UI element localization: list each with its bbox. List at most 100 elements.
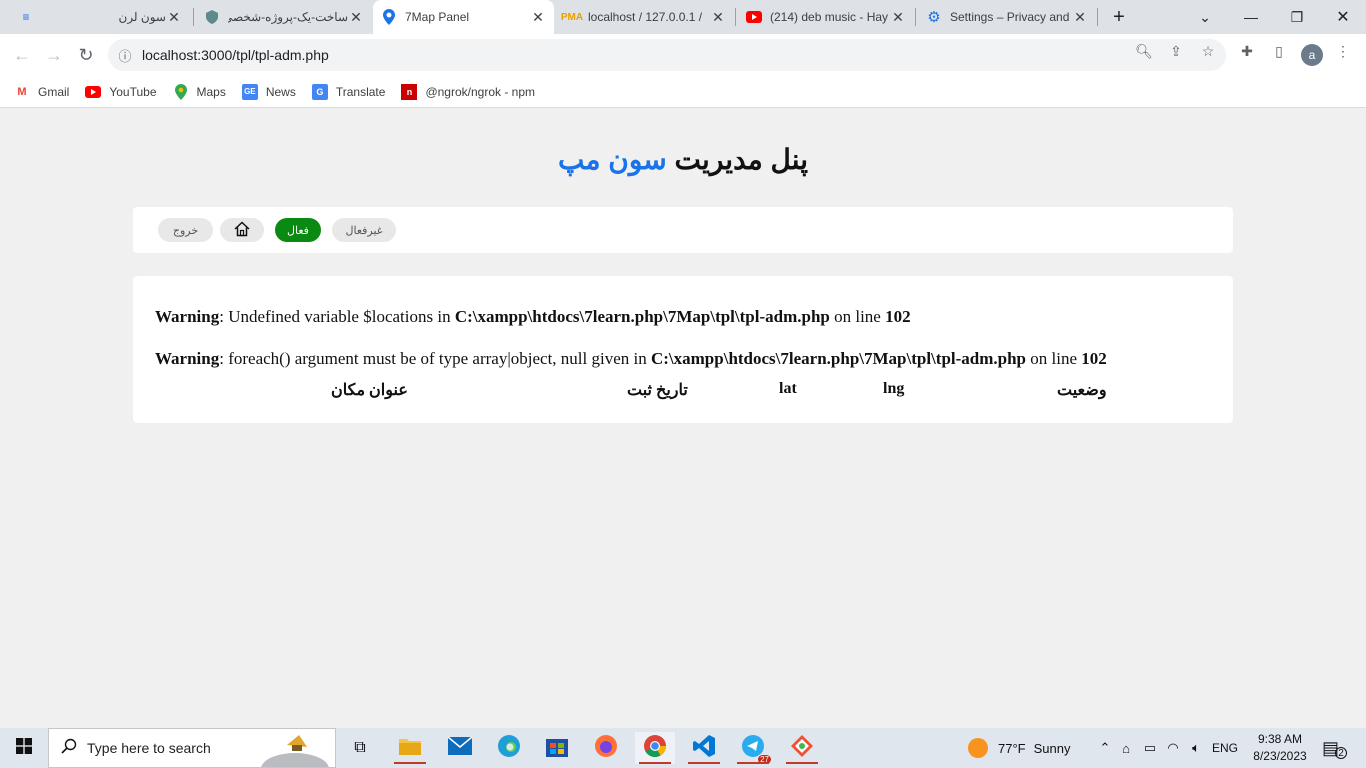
bookmark-gmail[interactable]: M Gmail [14,84,69,100]
warning-message: : foreach() argument must be of type arr… [219,349,651,368]
vscode-button[interactable] [684,732,724,764]
bookmark-star-icon[interactable]: ☆ [1199,42,1217,60]
tab-youtube[interactable]: (214) deb music - Hay ✕ [738,0,914,34]
bookmark-npm[interactable]: n @ngrok/ngrok - npm [401,83,535,100]
tab-title: ساخت-یک-پروژه-شخصی [228,10,348,24]
table-header-lng: lng [883,380,905,397]
clock[interactable]: 9:38 AM 8/23/2023 [1250,731,1310,765]
close-icon[interactable]: ✕ [1072,9,1088,26]
chrome-button[interactable] [635,732,675,764]
bookmark-maps[interactable]: Maps [173,83,226,100]
table-header-date: تاریخ ثبت [627,382,688,399]
profile-avatar[interactable]: a [1301,44,1323,66]
bookmark-translate[interactable]: G Translate [311,83,385,100]
table-header-status: وضعیت [1057,382,1107,399]
weather-text: Sunny [1033,740,1071,756]
tab-project[interactable]: ساخت-یک-پروژه-شخصی ✕ [196,0,372,34]
store-button[interactable] [537,732,577,764]
meet-now-icon[interactable]: ⌂ [1114,741,1138,756]
page-title-accent: سون مپ [558,144,667,175]
site-info-icon[interactable]: ⓘ [108,46,142,65]
back-button[interactable]: ← [8,41,36,69]
git-app-button[interactable] [782,732,822,764]
weather-widget[interactable]: 77°F Sunny [968,728,1070,768]
start-button[interactable] [4,732,44,764]
warning-label: Warning [155,307,220,326]
php-warning-1: Warning: Undefined variable $locations i… [155,307,911,327]
restore-button[interactable]: ❐ [1274,0,1320,34]
tab-sevenlearn[interactable]: سون لرن ✕ [104,0,190,34]
tab-search-button[interactable]: ⌄ [1182,0,1228,34]
mail-icon [447,735,473,760]
store-icon [546,735,568,762]
url-text[interactable]: localhost:3000/tpl/tpl-adm.php [142,47,329,63]
minimize-button[interactable]: ― [1228,0,1274,34]
new-tab-button[interactable]: + [1096,0,1142,34]
file-explorer-button[interactable] [390,732,430,764]
bookmark-label: @ngrok/ngrok - npm [425,84,535,99]
wifi-icon[interactable]: ◠ [1162,740,1184,756]
warning-file: C:\xampp\htdocs\7learn.php\7Map\tpl\tpl-… [454,307,830,326]
close-icon[interactable]: ✕ [348,9,364,26]
close-icon[interactable]: ✕ [166,9,182,26]
table-header-title: عنوان مکان [331,382,408,399]
bookmark-youtube[interactable]: YouTube [85,84,157,100]
close-icon[interactable]: ✕ [890,9,906,26]
phpmyadmin-icon: PMA [560,11,584,23]
close-window-button[interactable]: ✕ [1320,0,1366,34]
side-panel-icon[interactable]: ▯ [1270,42,1288,60]
language-indicator[interactable]: ENG [1212,741,1238,755]
bookmarks-bar: M Gmail YouTube Maps GE News G Translate… [0,76,1366,108]
address-bar[interactable]: ⓘ localhost:3000/tpl/tpl-adm.php [108,39,1226,71]
bookmark-label: YouTube [109,84,157,99]
taskbar-search[interactable]: Type here to search [48,728,336,768]
close-icon[interactable]: ✕ [530,9,546,26]
active-filter-button[interactable]: فعال [275,218,321,242]
windows-taskbar: Type here to search ⧉ 27 77°F Sunny ⌃ ⌂ … [0,728,1366,768]
page-title: پنل مدیریت سون مپ [0,143,1366,176]
notification-center-button[interactable]: ▤ 2 [1322,728,1348,768]
zoom-icon[interactable]: 🔍︎ [1135,42,1153,60]
running-indicator [639,762,671,764]
mail-button[interactable] [440,732,480,764]
page-viewport: پنل مدیریت سون مپ غیرفعال فعال خروج Warn… [0,109,1366,728]
search-highlight-icon [259,731,331,768]
windows-logo-icon [16,737,32,759]
git-app-icon [791,734,813,762]
inactive-filter-button[interactable]: غیرفعال [332,218,396,242]
chevron-up-icon[interactable]: ⌃ [1096,740,1114,756]
edge-button[interactable] [489,732,529,764]
volume-icon[interactable]: 🔈︎ [1184,740,1208,756]
close-icon[interactable]: ✕ [710,9,726,26]
battery-icon[interactable]: ▭ [1138,740,1162,756]
tab-title: localhost / 127.0.0.1 / [588,10,703,24]
extensions-icon[interactable]: ✚ [1238,42,1256,60]
browser-toolbar: ← → ↻ ⓘ localhost:3000/tpl/tpl-adm.php 🔍… [0,34,1366,76]
active-filter-label: فعال [287,224,309,237]
share-icon[interactable]: ⇪ [1167,42,1185,60]
warning-line: 102 [885,307,911,326]
tab-divider [915,8,916,26]
task-view-button[interactable]: ⧉ [340,732,380,764]
tab-7map-panel[interactable]: 7Map Panel ✕ [373,0,554,34]
weather-temp: 77°F [998,740,1026,756]
maps-icon [173,83,189,100]
warning-on-line: on line [1026,349,1082,368]
tab-settings[interactable]: ⚙ Settings – Privacy and ✕ [918,0,1096,34]
firefox-button[interactable] [586,732,626,764]
map-pin-icon [381,9,397,25]
menu-kebab-icon[interactable]: ⋮ [1334,42,1352,60]
reload-button[interactable]: ↻ [72,41,100,69]
youtube-icon [85,84,102,100]
warning-message: : Undefined variable $locations in [219,307,455,326]
tab-title: Settings – Privacy and [950,10,1070,24]
telegram-button[interactable]: 27 [733,732,773,764]
tab-phpmyadmin[interactable]: PMA localhost / 127.0.0.1 / ✕ [556,0,734,34]
bookmark-news[interactable]: GE News [241,83,296,100]
forward-button[interactable]: → [40,41,68,69]
gmail-icon: M [17,85,27,98]
logout-button[interactable]: خروج [158,218,213,242]
npm-icon: n [401,83,418,100]
tab-search-icon-button[interactable]: ≡ [10,0,60,34]
home-button[interactable] [220,218,264,242]
